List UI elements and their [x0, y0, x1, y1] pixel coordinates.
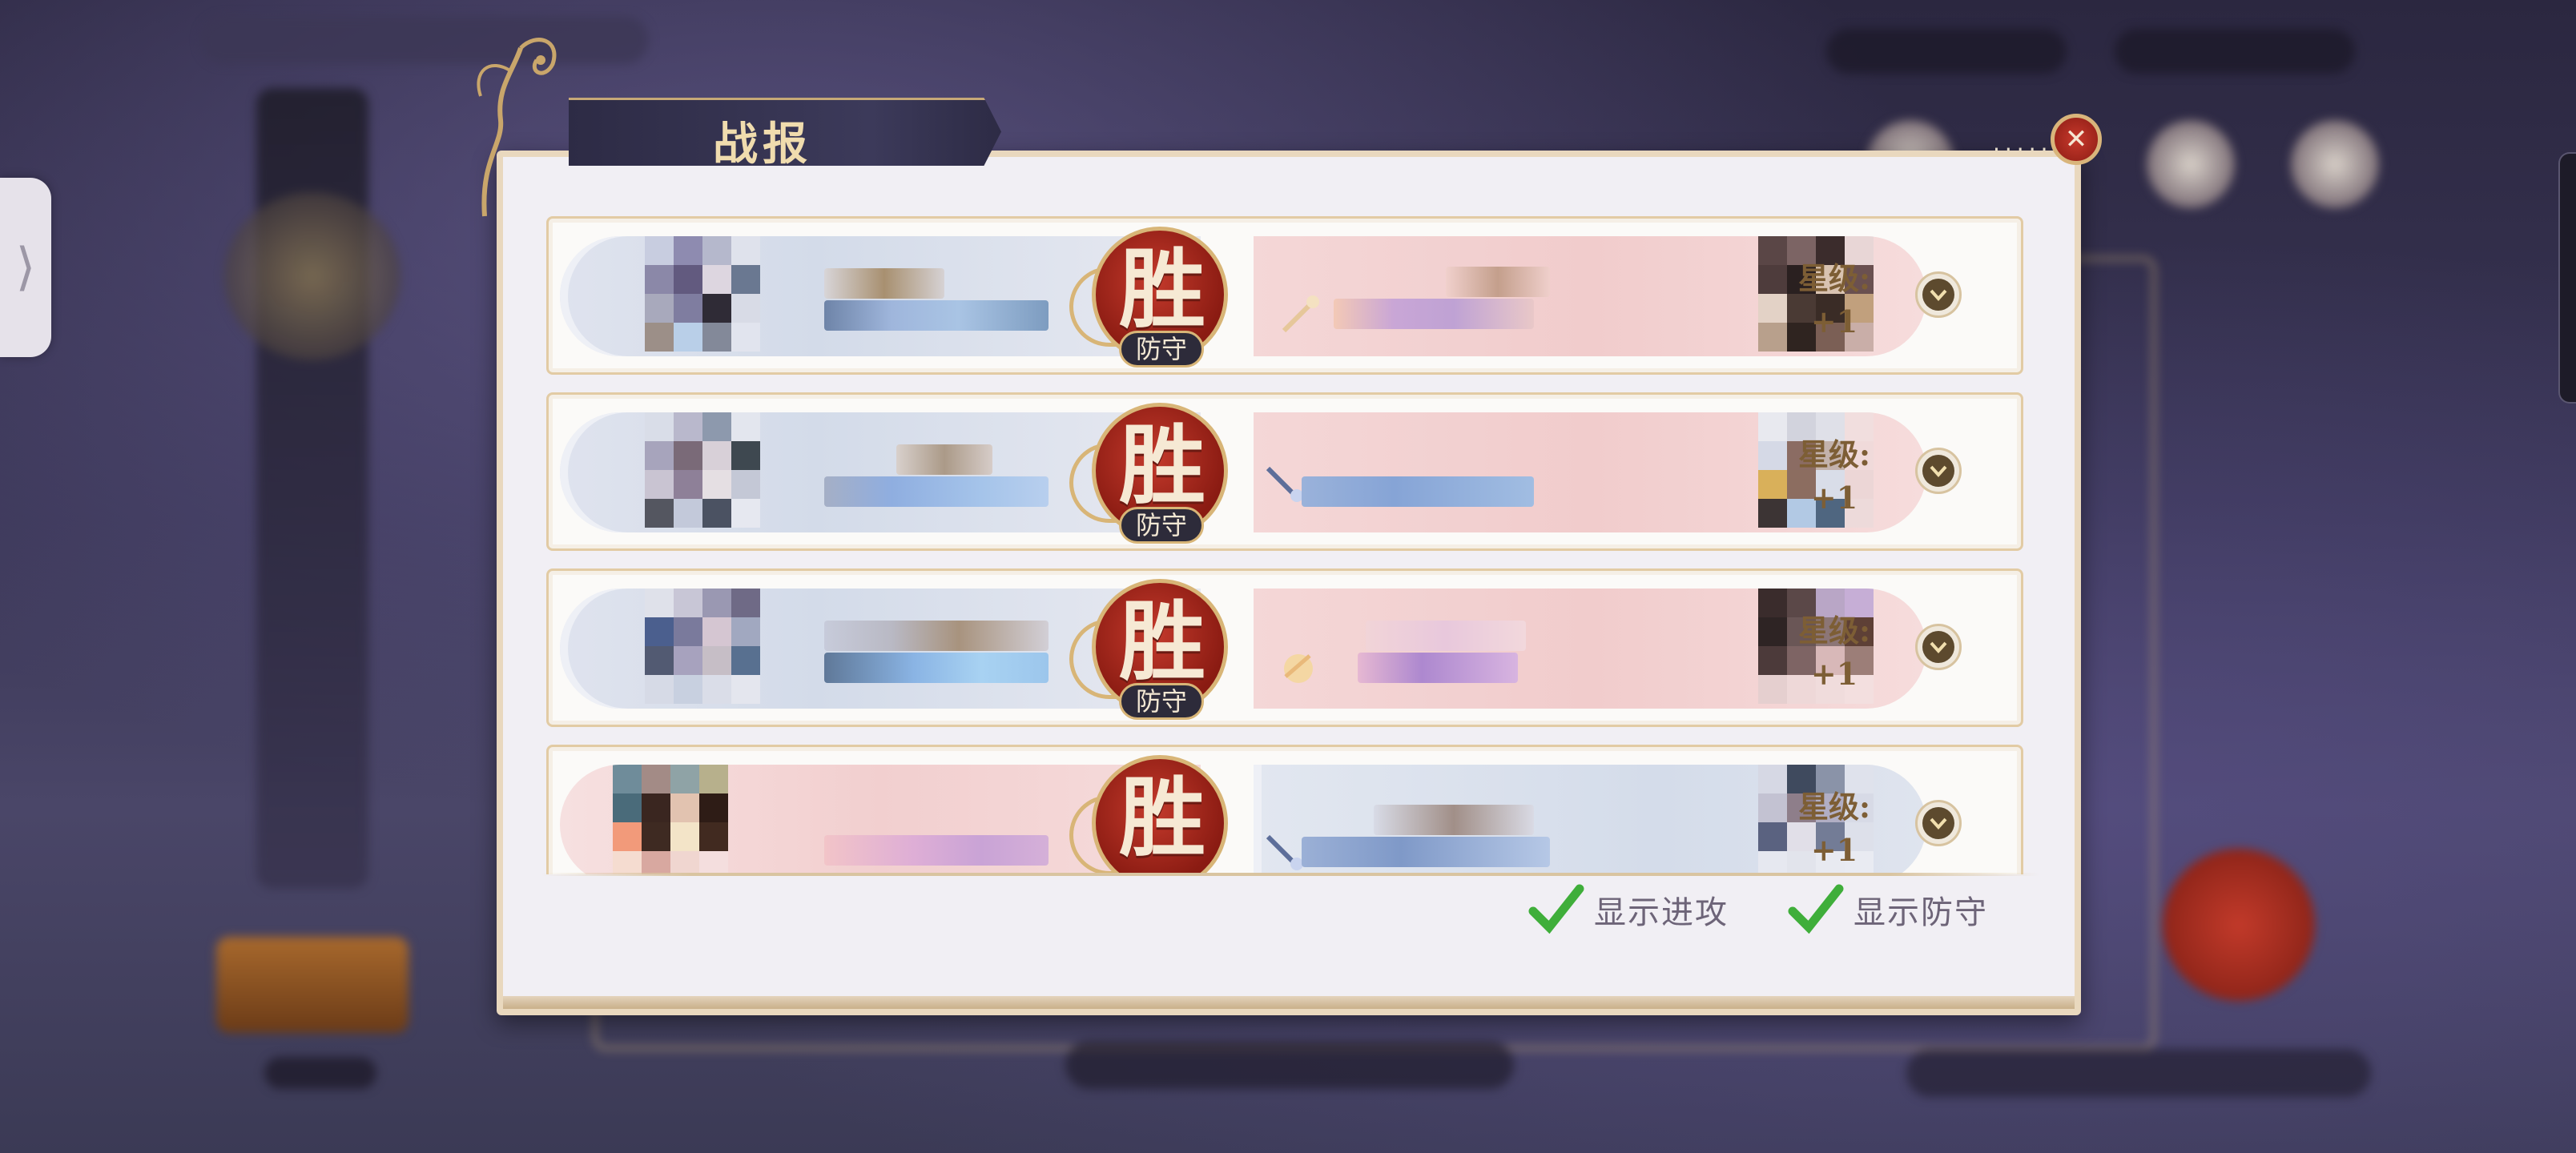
side-expand-tab[interactable]: ⟩	[0, 178, 51, 357]
star-label: 星级:	[1797, 613, 1871, 649]
bg-resource-1	[1826, 29, 2067, 74]
expand-details-button[interactable]	[1915, 624, 1962, 670]
list-divider	[541, 873, 2039, 876]
victory-emblem: 胜 防守	[1069, 227, 1242, 376]
attacker-name-blur	[824, 300, 1049, 331]
report-row[interactable]: 胜 防守 星级: +1	[546, 392, 2023, 551]
result-label: 胜	[1118, 416, 1205, 516]
chevron-right-icon: ⟩	[15, 238, 36, 297]
chevron-down-icon	[1930, 465, 1947, 477]
attacker-name-blur	[824, 835, 1049, 866]
attacker-name-blur	[824, 653, 1049, 683]
dialog-title-bar: 战报	[569, 98, 1001, 166]
attacker-avatar	[645, 236, 760, 352]
weapon-icon	[1262, 829, 1306, 874]
star-change: 星级: +1	[1782, 785, 1886, 872]
attacker-guild-blur	[824, 268, 944, 299]
star-value: +1	[1810, 480, 1858, 516]
result-label: 胜	[1118, 239, 1205, 340]
expand-details-button[interactable]	[1915, 271, 1962, 318]
bg-avatar-3	[2291, 120, 2379, 208]
check-icon	[1528, 884, 1584, 934]
chevron-down-icon	[1930, 641, 1947, 653]
star-value: +1	[1810, 303, 1858, 339]
attacker-name-blur	[824, 476, 1049, 507]
role-badge: 防守	[1119, 683, 1204, 720]
defender-guild-blur	[1366, 621, 1526, 651]
battle-report-list[interactable]: 胜 防守 星级: +1 胜 防守 星级: +1 胜 防守 星级: +1 胜 星级…	[546, 216, 2023, 874]
show-defense-toggle[interactable]: 显示防守	[1786, 881, 1988, 938]
show-attack-toggle[interactable]: 显示进攻	[1527, 881, 1729, 938]
victory-emblem: 胜 防守	[1069, 579, 1242, 728]
victory-emblem: 胜	[1069, 755, 1242, 874]
bg-bottom-info	[1065, 1041, 1514, 1089]
defender-name-blur	[1334, 299, 1534, 329]
attacker-avatar	[645, 412, 760, 528]
role-badge: 防守	[1119, 331, 1204, 368]
bg-avatar-2	[2147, 120, 2235, 208]
star-label: 星级:	[1797, 789, 1871, 825]
weapon-icon	[1278, 645, 1322, 689]
expand-details-button[interactable]	[1915, 800, 1962, 846]
star-change: 星级: +1	[1782, 433, 1886, 520]
chevron-down-icon	[1930, 818, 1947, 830]
defender-name-blur	[1302, 837, 1550, 867]
dialog-title: 战报	[713, 118, 812, 171]
result-label: 胜	[1118, 768, 1205, 869]
star-value: +1	[1810, 832, 1858, 868]
attacker-avatar	[645, 589, 760, 704]
bg-chest-label	[264, 1057, 376, 1089]
defender-guild-blur	[1446, 267, 1550, 297]
victory-emblem: 胜 防守	[1069, 403, 1242, 552]
attacker-avatar	[613, 765, 728, 874]
star-label: 星级:	[1797, 260, 1871, 296]
bg-bottom-right-bar	[1906, 1049, 2371, 1097]
star-value: +1	[1810, 656, 1858, 692]
weapon-icon	[1262, 460, 1306, 505]
report-row[interactable]: 胜 防守 星级: +1	[546, 216, 2023, 375]
bg-resource-2	[2115, 29, 2355, 74]
bg-battle-button	[2163, 849, 2315, 1001]
star-change: 星级: +1	[1782, 257, 1886, 343]
defender-name-blur	[1358, 653, 1518, 683]
expand-details-button[interactable]	[1915, 448, 1962, 494]
show-attack-label: 显示进攻	[1594, 894, 1729, 931]
close-button[interactable]: ✕	[2051, 114, 2102, 165]
result-label: 胜	[1118, 592, 1205, 693]
attacker-guild-blur	[896, 444, 992, 475]
chevron-down-icon	[1930, 289, 1947, 301]
report-row[interactable]: 胜 星级: +1	[546, 745, 2023, 874]
bg-reward-chest	[216, 937, 409, 1033]
show-defense-label: 显示防守	[1854, 894, 1988, 931]
star-label: 星级:	[1797, 436, 1871, 472]
bg-rank-medal	[224, 192, 400, 360]
right-edge-panel	[2558, 152, 2576, 404]
weapon-icon	[1278, 292, 1322, 337]
close-icon: ✕	[2064, 123, 2088, 155]
role-badge: 防守	[1119, 507, 1204, 544]
defender-guild-blur	[1374, 805, 1534, 835]
close-dots: ·····	[1993, 136, 2053, 163]
report-row[interactable]: 胜 防守 星级: +1	[546, 568, 2023, 727]
star-change: 星级: +1	[1782, 609, 1886, 696]
attacker-guild-blur	[824, 621, 1049, 651]
check-icon	[1788, 884, 1844, 934]
defender-name-blur	[1302, 476, 1534, 507]
